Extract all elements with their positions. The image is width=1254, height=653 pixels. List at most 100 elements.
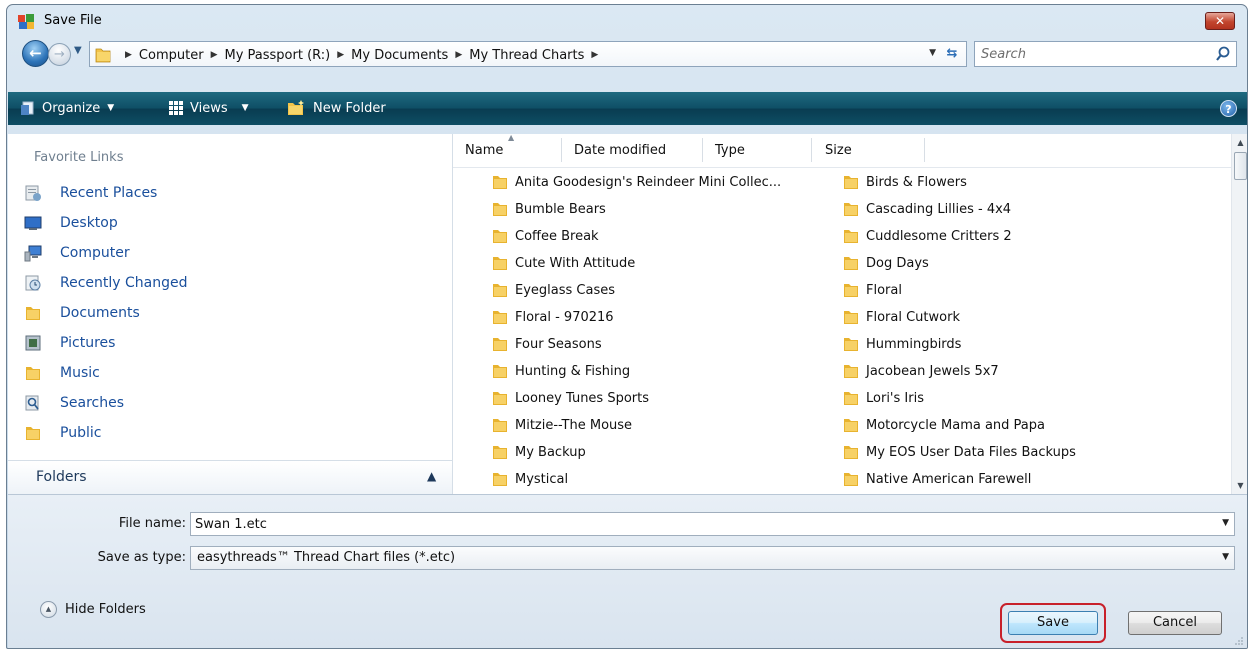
folder-item[interactable]: Lori's Iris: [842, 387, 924, 409]
file-name-input[interactable]: [195, 515, 1195, 533]
folder-item-label: Jacobean Jewels 5x7: [866, 363, 999, 379]
breadcrumb-separator-icon[interactable]: ▶: [211, 50, 218, 60]
folder-item[interactable]: Motorcycle Mama and Papa: [842, 414, 1045, 436]
chevron-down-icon[interactable]: ▼: [1222, 518, 1229, 528]
column-divider[interactable]: [702, 138, 703, 162]
scroll-thumb[interactable]: [1234, 152, 1247, 180]
column-divider[interactable]: [561, 138, 562, 162]
folder-item-label: Looney Tunes Sports: [515, 390, 650, 406]
breadcrumb-separator-icon[interactable]: ▶: [125, 50, 132, 60]
scroll-up-icon[interactable]: ▲: [1232, 138, 1247, 147]
search-box[interactable]: [974, 41, 1237, 67]
new-folder-button[interactable]: New Folder: [287, 99, 386, 117]
refresh-icon[interactable]: ⇆: [941, 44, 963, 64]
chevron-down-icon: ▼: [241, 103, 249, 113]
folder-item[interactable]: My EOS User Data Files Backups: [842, 441, 1076, 463]
favorite-item-label: Pictures: [60, 335, 116, 351]
folder-item[interactable]: Looney Tunes Sports: [491, 387, 649, 409]
folder-item[interactable]: Birds & Flowers: [842, 171, 967, 193]
column-header-name[interactable]: Name: [465, 143, 503, 158]
favorite-item-desktop[interactable]: Desktop: [24, 208, 444, 238]
folder-item[interactable]: Floral Cutwork: [842, 306, 960, 328]
favorite-item-music[interactable]: Music: [24, 358, 444, 388]
close-button[interactable]: ✕: [1205, 12, 1235, 30]
folder-item[interactable]: Bumble Bears: [491, 198, 606, 220]
breadcrumb-separator-icon[interactable]: ▶: [591, 50, 598, 60]
forward-button[interactable]: →: [48, 43, 71, 66]
save-button[interactable]: Save: [1008, 611, 1098, 635]
column-header-size[interactable]: Size: [825, 143, 852, 158]
back-button[interactable]: ←: [22, 40, 49, 67]
folder-icon: [493, 446, 507, 459]
hide-folders-button[interactable]: ▲ Hide Folders: [40, 601, 146, 618]
folder-item[interactable]: Floral - 970216: [491, 306, 614, 328]
column-divider[interactable]: [924, 138, 925, 162]
favorite-item-computer[interactable]: Computer: [24, 238, 444, 268]
address-bar[interactable]: ▶ Computer ▶ My Passport (R:) ▶ My Docum…: [89, 41, 967, 67]
back-arrow-icon: ←: [29, 44, 42, 62]
breadcrumb-separator-icon[interactable]: ▶: [455, 50, 462, 60]
folder-icon: [844, 176, 858, 189]
folder-item-label: Hunting & Fishing: [515, 363, 631, 379]
favorite-item-searches[interactable]: Searches: [24, 388, 444, 418]
folder-item-label: Four Seasons: [515, 336, 602, 352]
folder-icon: [844, 203, 858, 216]
folder-icon: [844, 284, 858, 297]
save-file-dialog: Save File ✕ ← → ▼ ▶ Computer ▶ My Passpo…: [6, 4, 1248, 649]
folder-item[interactable]: My Backup: [491, 441, 586, 463]
folder-item[interactable]: Native American Farewell: [842, 468, 1031, 490]
organize-icon: [21, 101, 34, 115]
folder-item[interactable]: Cuddlesome Critters 2: [842, 225, 1012, 247]
save-as-type-select[interactable]: easythreads™ Thread Chart files (*.etc) …: [190, 546, 1235, 570]
folder-item[interactable]: Floral: [842, 279, 902, 301]
folder-item[interactable]: Four Seasons: [491, 333, 602, 355]
favorite-item-recently-changed[interactable]: Recently Changed: [24, 268, 444, 298]
recent-pages-dropdown[interactable]: ▼: [74, 45, 82, 56]
resize-grip-icon[interactable]: [1234, 636, 1244, 646]
column-header-date-modified[interactable]: Date modified: [574, 143, 666, 158]
search-input[interactable]: [981, 45, 1201, 63]
folder-icon: [493, 365, 507, 378]
public-folder-icon: [26, 427, 40, 440]
folder-item[interactable]: Eyeglass Cases: [491, 279, 615, 301]
folder-item-label: Hummingbirds: [866, 336, 962, 352]
chevron-down-icon[interactable]: ▼: [1222, 552, 1229, 562]
folder-item-label: Native American Farewell: [866, 471, 1032, 487]
views-menu[interactable]: Views ▼: [168, 99, 249, 117]
folder-item[interactable]: Hummingbirds: [842, 333, 961, 355]
breadcrumb-my-thread-charts[interactable]: My Thread Charts: [469, 48, 584, 63]
organize-menu[interactable]: Organize ▼: [20, 99, 114, 117]
folder-item[interactable]: Hunting & Fishing: [491, 360, 630, 382]
desktop-icon: [24, 216, 42, 230]
favorite-item-pictures[interactable]: Pictures: [24, 328, 444, 358]
column-header-type[interactable]: Type: [715, 143, 745, 158]
search-icon[interactable]: [1215, 45, 1231, 63]
breadcrumb-my-documents[interactable]: My Documents: [351, 48, 448, 63]
folder-item[interactable]: Cascading Lillies - 4x4: [842, 198, 1011, 220]
cancel-button[interactable]: Cancel: [1128, 611, 1222, 635]
close-icon: ✕: [1214, 14, 1226, 28]
folder-icon: [844, 419, 858, 432]
favorite-item-recent-places[interactable]: Recent Places: [24, 178, 444, 208]
file-name-label: File name:: [118, 516, 186, 531]
folder-item[interactable]: Cute With Attitude: [491, 252, 635, 274]
help-icon[interactable]: ?: [1220, 100, 1237, 117]
folder-item[interactable]: Mitzie--The Mouse: [491, 414, 632, 436]
folder-item[interactable]: Jacobean Jewels 5x7: [842, 360, 999, 382]
folder-item-label: My Backup: [515, 444, 586, 460]
favorite-item-documents[interactable]: Documents: [24, 298, 444, 328]
folders-toggle-bar[interactable]: Folders ▲: [8, 460, 452, 494]
vertical-scrollbar[interactable]: ▲ ▼: [1231, 134, 1247, 494]
scroll-down-icon[interactable]: ▼: [1232, 481, 1247, 490]
column-divider[interactable]: [811, 138, 812, 162]
breadcrumb-separator-icon[interactable]: ▶: [337, 50, 344, 60]
folder-item[interactable]: Coffee Break: [491, 225, 599, 247]
address-dropdown-icon[interactable]: ▼: [929, 48, 936, 58]
breadcrumb-computer[interactable]: Computer: [139, 48, 204, 63]
folder-item[interactable]: Anita Goodesign's Reindeer Mini Collec..…: [491, 171, 781, 193]
favorite-item-public[interactable]: Public: [24, 418, 444, 448]
folder-item[interactable]: Mystical: [491, 468, 568, 490]
folder-item[interactable]: Dog Days: [842, 252, 929, 274]
file-name-field[interactable]: ▼: [190, 512, 1235, 536]
breadcrumb-my-passport[interactable]: My Passport (R:): [224, 48, 330, 63]
